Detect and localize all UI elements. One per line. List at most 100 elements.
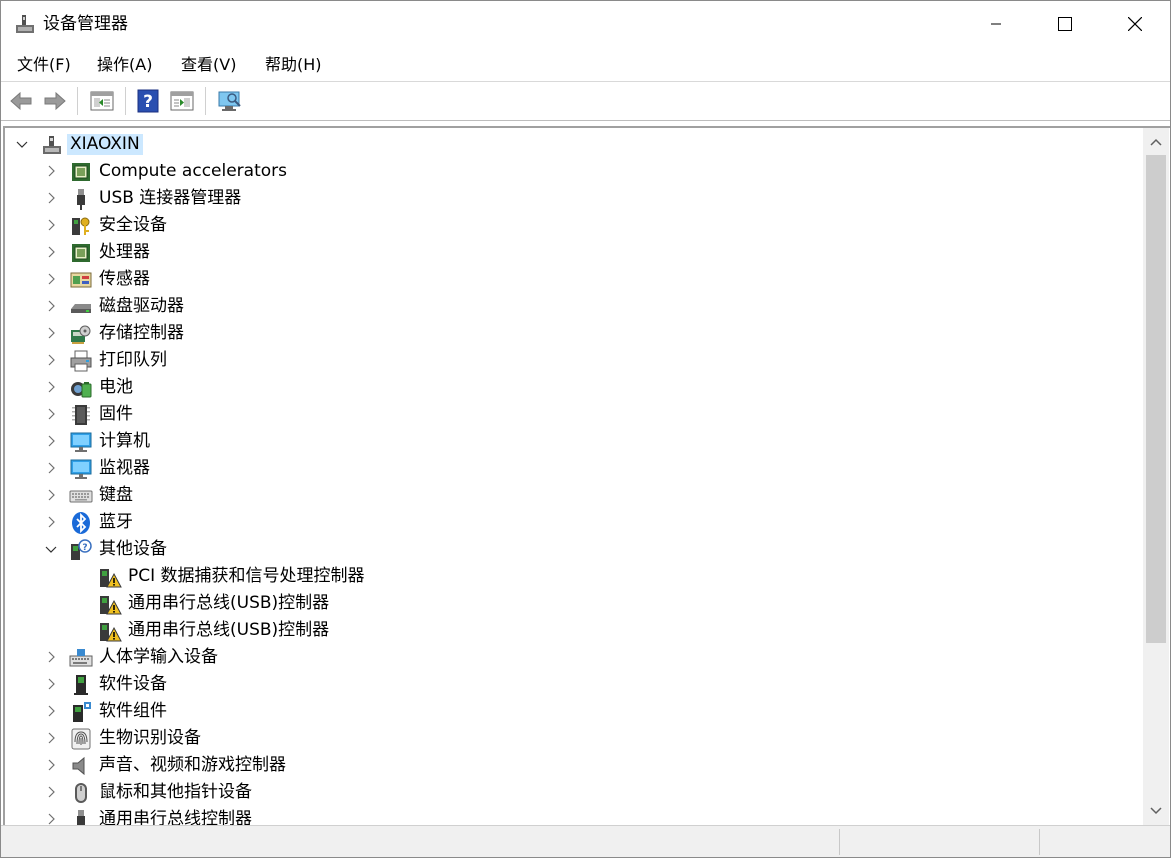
scroll-up-icon[interactable] [1149,136,1163,150]
tree-item-label: 其他设备 [99,539,167,559]
chevron-right-icon[interactable] [44,299,58,313]
device-tree[interactable]: XIAOXIN Compute accelerators USB 连接器管理器安全设… [5,128,1143,825]
show-hide-icon[interactable] [169,88,195,114]
tree-item-label: 声音、视频和游戏控制器 [99,755,286,775]
properties-view-icon[interactable] [89,88,115,114]
vertical-scrollbar[interactable] [1143,128,1169,825]
software-device-icon [74,675,88,695]
chevron-right-icon[interactable] [44,272,58,286]
maximize-button[interactable] [1042,1,1088,47]
tree-category[interactable]: 固件 [5,401,1105,428]
bluetooth-icon [72,512,90,534]
tree-device[interactable]: 通用串行总线(USB)控制器 [5,590,1105,617]
tree-category[interactable]: 电池 [5,374,1105,401]
tree-category[interactable]: 通用串行总线控制器 [5,806,1105,825]
chevron-right-icon[interactable] [44,461,58,475]
chevron-right-icon[interactable] [44,488,58,502]
tree-item-label: XIAOXIN [67,134,143,155]
security-key-icon [72,217,90,235]
menu-action[interactable]: 操作(A) [95,54,154,76]
tree-item-label: 蓝牙 [99,512,133,532]
forward-icon[interactable] [42,88,68,114]
chevron-right-icon[interactable] [44,812,58,825]
storage-controller-icon [71,325,91,344]
tree-item-label: 生物识别设备 [99,728,201,748]
chevron-right-icon[interactable] [44,191,58,205]
chevron-right-icon[interactable] [44,245,58,259]
usb-icon [77,810,85,825]
chevron-down-icon[interactable] [15,137,29,151]
warning-device-icon [100,623,122,642]
monitor-icon [70,459,92,479]
tree-category[interactable]: 鼠标和其他指针设备 [5,779,1105,806]
chevron-right-icon[interactable] [44,218,58,232]
tree-category[interactable]: 软件组件 [5,698,1105,725]
status-bar [1,825,1170,857]
tree-category[interactable]: 磁盘驱动器 [5,293,1105,320]
tree-category[interactable]: 蓝牙 [5,509,1105,536]
chevron-right-icon[interactable] [44,353,58,367]
scan-hardware-icon[interactable] [217,88,243,114]
toolbar-separator [125,87,126,115]
sensor-icon [70,272,92,288]
device-tree-frame: XIAOXIN Compute accelerators USB 连接器管理器安全设… [3,126,1170,825]
chevron-right-icon[interactable] [44,326,58,340]
back-icon[interactable] [8,88,34,114]
chevron-right-icon[interactable] [44,434,58,448]
svg-text:?: ? [143,92,153,112]
tree-item-label: 通用串行总线(USB)控制器 [128,593,330,613]
tree-category[interactable]: 计算机 [5,428,1105,455]
tree-item-label: 传感器 [99,269,150,289]
tree-category[interactable]: 存储控制器 [5,320,1105,347]
chevron-right-icon[interactable] [44,704,58,718]
chevron-right-icon[interactable] [44,164,58,178]
tree-category[interactable]: 人体学输入设备 [5,644,1105,671]
tree-root[interactable]: XIAOXIN [5,131,1105,158]
minimize-button[interactable] [973,1,1019,47]
tree-category[interactable]: ? 其他设备 [5,536,1105,563]
tree-category[interactable]: 声音、视频和游戏控制器 [5,752,1105,779]
chevron-right-icon[interactable] [44,515,58,529]
scrollbar-thumb[interactable] [1146,155,1166,643]
toolbar-separator [77,87,78,115]
tree-category[interactable]: Compute accelerators [5,158,1105,185]
tree-category[interactable]: USB 连接器管理器 [5,185,1105,212]
scroll-down-icon[interactable] [1149,803,1163,817]
title-bar[interactable]: 设备管理器 [1,1,1170,47]
chevron-down-icon[interactable] [44,542,58,556]
tree-item-label: 监视器 [99,458,150,478]
maximize-icon [1058,17,1072,31]
firmware-icon [72,405,90,425]
tree-category[interactable]: 打印队列 [5,347,1105,374]
chevron-right-icon[interactable] [44,407,58,421]
tree-category[interactable]: 安全设备 [5,212,1105,239]
tree-category[interactable]: 处理器 [5,239,1105,266]
chevron-right-icon[interactable] [44,677,58,691]
computer-icon [70,432,92,452]
close-button[interactable] [1112,1,1158,47]
help-icon[interactable]: ? [135,88,161,114]
chevron-right-icon[interactable] [44,785,58,799]
chevron-right-icon[interactable] [44,650,58,664]
tree-device[interactable]: 通用串行总线(USB)控制器 [5,617,1105,644]
tree-item-label: 磁盘驱动器 [99,296,184,316]
menu-view[interactable]: 查看(V) [179,54,238,76]
tree-category[interactable]: 键盘 [5,482,1105,509]
tree-item-label: USB 连接器管理器 [99,188,242,208]
other-devices-icon: ? [71,539,92,560]
tree-category[interactable]: 监视器 [5,455,1105,482]
tree-device[interactable]: PCI 数据捕获和信号处理控制器 [5,563,1105,590]
chevron-right-icon[interactable] [44,731,58,745]
device-manager-app-icon [16,15,34,33]
toolbar-separator [205,87,206,115]
tree-category[interactable]: 传感器 [5,266,1105,293]
tree-category[interactable]: 生物识别设备 [5,725,1105,752]
menu-help[interactable]: 帮助(H) [263,54,324,76]
mouse-icon [75,783,87,803]
tree-category[interactable]: 软件设备 [5,671,1105,698]
printer-icon [70,350,92,372]
menu-file[interactable]: 文件(F) [15,54,73,76]
warning-device-icon [100,569,122,588]
chevron-right-icon[interactable] [44,758,58,772]
chevron-right-icon[interactable] [44,380,58,394]
